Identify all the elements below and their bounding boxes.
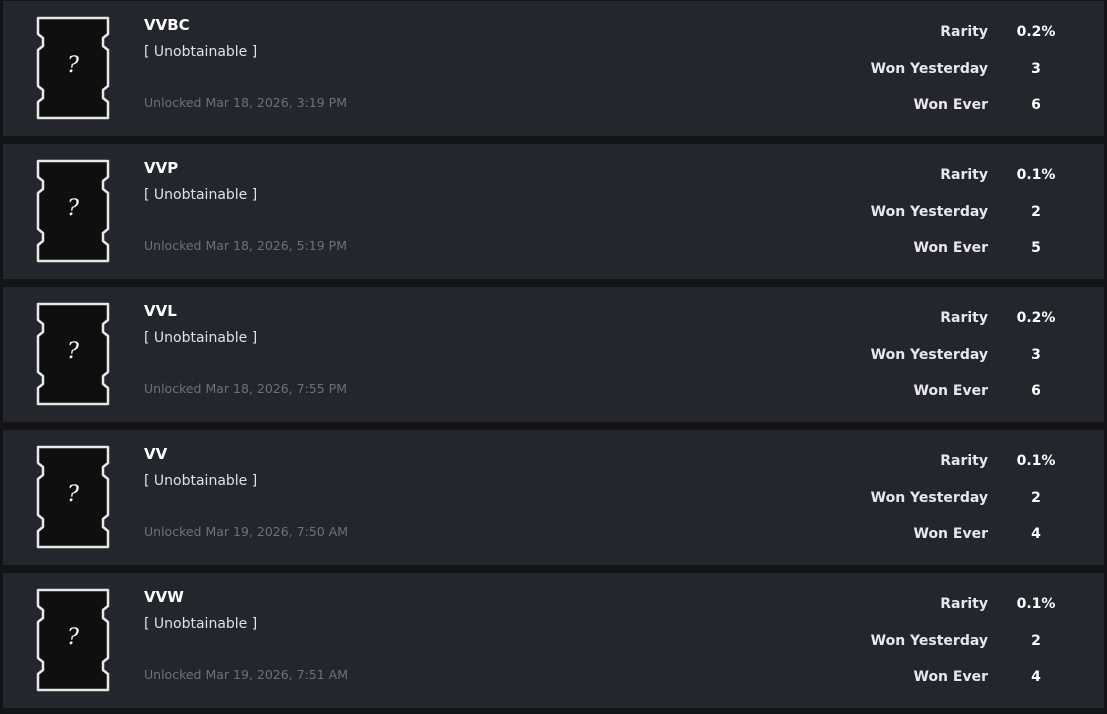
unlocked-timestamp: Unlocked Mar 19, 2026, 7:50 AM [144,524,349,539]
achievement-title: VVW [144,588,184,606]
achievement-status: [ Unobtainable ] [144,616,258,632]
achievement-card[interactable]: ? VVL [ Unobtainable ] Unlocked Mar 18, … [3,287,1104,422]
rarity-label: Rarity [940,167,988,183]
hidden-achievement-badge-icon: ? [31,445,115,549]
won-ever-label: Won Ever [913,526,989,542]
won-yesterday-value: 3 [1031,347,1041,363]
rarity-value: 0.2% [1016,310,1056,326]
rarity-label: Rarity [940,24,988,40]
achievement-title: VV [144,445,168,463]
achievement-title: VVP [144,159,179,177]
won-yesterday-value: 2 [1031,633,1041,649]
unlocked-timestamp: Unlocked Mar 18, 2026, 3:19 PM [144,95,347,110]
won-yesterday-label: Won Yesterday [870,204,988,220]
achievement-card[interactable]: ? VVBC [ Unobtainable ] Unlocked Mar 18,… [3,1,1104,136]
won-ever-label: Won Ever [913,383,989,399]
rarity-label: Rarity [940,310,988,326]
rarity-value: 0.1% [1016,596,1056,612]
badge-question-mark: ? [67,625,79,650]
won-ever-value: 6 [1031,383,1041,399]
won-yesterday-value: 2 [1031,490,1041,506]
won-yesterday-label: Won Yesterday [870,61,988,77]
won-ever-label: Won Ever [913,669,989,685]
achievement-status: [ Unobtainable ] [144,187,258,203]
won-ever-label: Won Ever [913,97,989,113]
badge-question-mark: ? [67,196,79,221]
unlocked-timestamp: Unlocked Mar 18, 2026, 5:19 PM [144,238,347,253]
won-yesterday-label: Won Yesterday [870,490,988,506]
hidden-achievement-badge-icon: ? [31,16,115,120]
rarity-value: 0.1% [1016,167,1056,183]
won-ever-value: 6 [1031,97,1041,113]
hidden-achievement-badge-icon: ? [31,159,115,263]
won-ever-label: Won Ever [913,240,989,256]
hidden-achievement-badge-icon: ? [31,302,115,406]
won-ever-value: 4 [1031,669,1041,685]
won-yesterday-value: 2 [1031,204,1041,220]
badge-question-mark: ? [67,339,79,364]
achievement-card[interactable]: ? VV [ Unobtainable ] Unlocked Mar 19, 2… [3,430,1104,565]
unlocked-timestamp: Unlocked Mar 19, 2026, 7:51 AM [144,667,349,682]
achievement-status: [ Unobtainable ] [144,473,258,489]
rarity-value: 0.2% [1016,24,1056,40]
hidden-achievement-badge-icon: ? [31,588,115,692]
achievement-card[interactable]: ? VVP [ Unobtainable ] Unlocked Mar 18, … [3,144,1104,279]
achievement-card[interactable]: ? VVW [ Unobtainable ] Unlocked Mar 19, … [3,573,1104,708]
achievement-status: [ Unobtainable ] [144,330,258,346]
rarity-label: Rarity [940,453,988,469]
won-ever-value: 4 [1031,526,1041,542]
achievement-list: ? VVBC [ Unobtainable ] Unlocked Mar 18,… [0,0,1107,714]
achievement-title: VVL [144,302,177,320]
won-yesterday-value: 3 [1031,61,1041,77]
badge-question-mark: ? [67,53,79,78]
achievement-status: [ Unobtainable ] [144,44,258,60]
rarity-label: Rarity [940,596,988,612]
won-ever-value: 5 [1031,240,1041,256]
won-yesterday-label: Won Yesterday [870,633,988,649]
badge-question-mark: ? [67,482,79,507]
won-yesterday-label: Won Yesterday [870,347,988,363]
achievement-title: VVBC [144,16,190,34]
rarity-value: 0.1% [1016,453,1056,469]
unlocked-timestamp: Unlocked Mar 18, 2026, 7:55 PM [144,381,347,396]
